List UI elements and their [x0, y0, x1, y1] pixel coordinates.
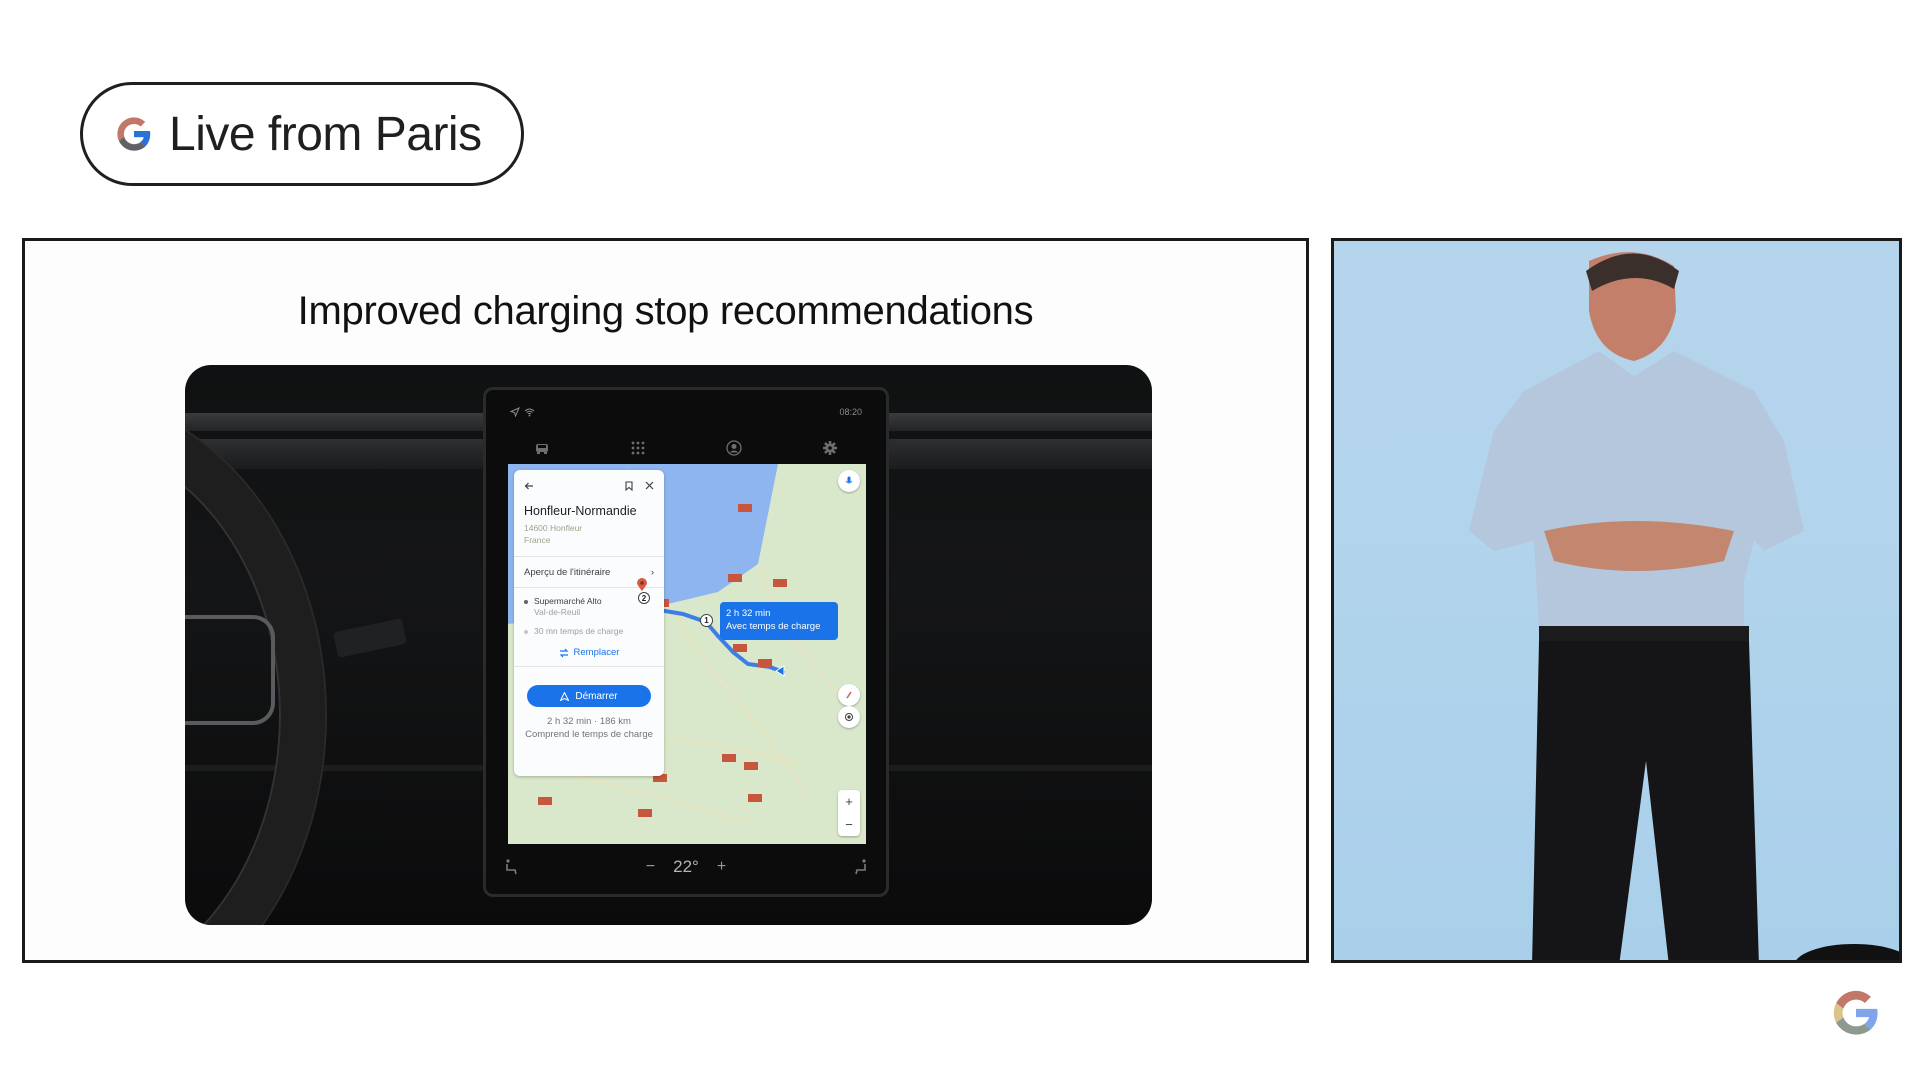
voice-search-button[interactable] [838, 470, 860, 492]
zoom-in-button[interactable]: + [845, 794, 853, 809]
route-duration-callout[interactable]: 2 h 32 min Avec temps de charge [720, 602, 838, 640]
settings-button[interactable] [819, 437, 841, 459]
destination-name: Honfleur-Normandie [524, 504, 637, 518]
presenter-hands [1544, 521, 1734, 571]
temperature-decrease-button[interactable]: − [646, 858, 655, 876]
callout-duration: 2 h 32 min [726, 608, 771, 619]
temperature-value: 22° [673, 857, 699, 876]
apps-grid-icon [631, 441, 645, 455]
destination-pin-icon [636, 578, 648, 592]
start-label: Démarrer [575, 690, 618, 702]
settings-gear-icon [823, 441, 837, 455]
trip-summary: 2 h 32 min · 186 km Comprend le temps de… [524, 715, 654, 741]
my-location-icon [845, 713, 853, 721]
wifi-icon [524, 408, 535, 417]
presenter-trousers [1532, 641, 1759, 960]
navigation-start-icon [560, 691, 570, 701]
status-bar: 08:20 [510, 404, 862, 420]
passenger-seat-icon[interactable] [854, 859, 868, 875]
zoom-control: + − [838, 790, 860, 836]
place-details-card: Honfleur-Normandie 14600 Honfleur France… [514, 470, 664, 776]
audience-head [1796, 944, 1899, 960]
destination-address: 14600 Honfleur France [524, 522, 654, 546]
microphone-icon [845, 476, 853, 484]
replace-label: Remplacer [573, 647, 620, 658]
car-dashboard-image: 08:20 Honfleur-Normandie 14600 Honfleur … [185, 365, 1152, 925]
close-icon[interactable] [645, 481, 654, 490]
stop-place: Val-de-Reuil [534, 607, 581, 617]
swap-icon [559, 648, 568, 657]
start-navigation-button[interactable]: Démarrer [527, 685, 651, 707]
route-overview-label: Aperçu de l'itinéraire [524, 566, 611, 578]
charge-time-label: 30 mn temps de charge [534, 626, 624, 636]
stop-name: Supermarché Alto [534, 596, 602, 606]
charge-time: 30 mn temps de charge [524, 626, 654, 637]
callout-note: Avec temps de charge [726, 621, 821, 632]
temperature-control: − 22° + [646, 857, 726, 877]
presenter-shirt [1469, 351, 1804, 631]
stop-dot-icon [524, 600, 528, 604]
event-title: Live from Paris [169, 107, 482, 161]
google-g-watermark-icon [1833, 990, 1879, 1035]
driver-seat-icon[interactable] [504, 859, 518, 875]
bookmark-icon[interactable] [625, 481, 633, 491]
stop-marker-2[interactable]: 2 [638, 592, 650, 604]
navigation-arrow-icon [510, 407, 520, 417]
back-arrow-icon[interactable] [524, 481, 534, 491]
zoom-out-button[interactable]: − [845, 817, 853, 832]
current-location-icon [774, 664, 786, 682]
compass-icon [846, 691, 852, 699]
divider [514, 666, 664, 667]
presenter-video [1331, 238, 1902, 963]
slide-panel: Improved charging stop recommendations 0… [22, 238, 1309, 963]
live-from-paris-badge: Live from Paris [80, 82, 524, 186]
charging-stop: Supermarché Alto Val-de-Reuil [524, 596, 654, 618]
recenter-button[interactable] [838, 706, 860, 728]
car-button[interactable] [531, 437, 553, 459]
apps-button[interactable] [627, 437, 649, 459]
steering-wheel-spoke [185, 615, 275, 725]
compass-button[interactable] [838, 684, 860, 706]
google-g-logo-icon [117, 117, 152, 151]
clock: 08:20 [839, 407, 862, 417]
temperature-increase-button[interactable]: + [717, 858, 726, 876]
presenter-figure [1469, 252, 1899, 960]
slide-title: Improved charging stop recommendations [297, 289, 1034, 333]
trip-note: Comprend le temps de charge [525, 729, 653, 740]
stop-dot-icon [524, 630, 528, 634]
indicator-stalk [333, 618, 407, 658]
car-icon [536, 444, 548, 454]
top-navigation [486, 434, 886, 462]
route-overview-link[interactable]: Aperçu de l'itinéraire › [524, 559, 654, 585]
climate-bar: − 22° + [504, 854, 868, 880]
trip-duration-distance: 2 h 32 min · 186 km [547, 716, 631, 727]
divider [514, 556, 664, 557]
address-line: 14600 Honfleur [524, 523, 583, 533]
profile-button[interactable] [723, 437, 745, 459]
stop-marker-1[interactable]: 1 [700, 614, 713, 627]
chevron-right-icon: › [650, 566, 654, 578]
replace-button[interactable]: Remplacer [524, 647, 654, 658]
address-country: France [524, 535, 551, 545]
maps-view[interactable]: Honfleur-Normandie 14600 Honfleur France… [508, 464, 866, 844]
infotainment-screen: 08:20 Honfleur-Normandie 14600 Honfleur … [483, 387, 889, 897]
profile-icon [726, 440, 742, 456]
